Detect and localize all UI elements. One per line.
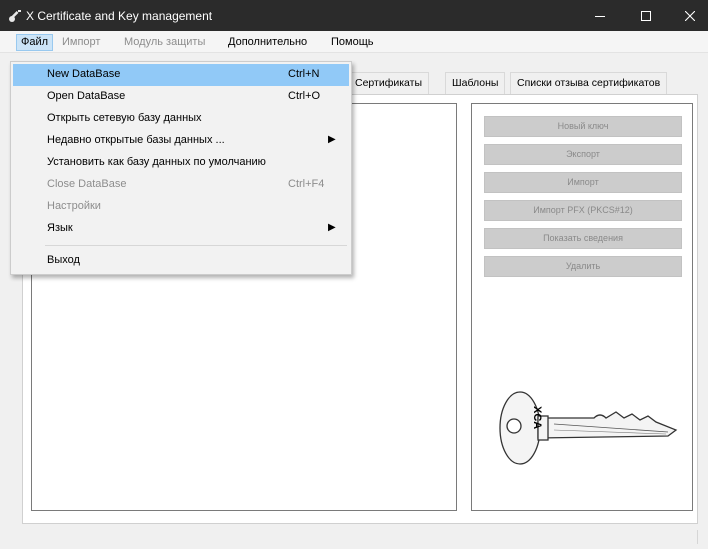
tab-templates[interactable]: Шаблоны: [445, 72, 506, 94]
menu-file[interactable]: Файл: [16, 34, 54, 51]
menu-security-module[interactable]: Модуль защиты: [120, 34, 209, 51]
maximize-button[interactable]: [623, 0, 669, 31]
menu-item-label: Установить как базу данных по умолчанию: [47, 156, 266, 168]
menu-extra[interactable]: Дополнительно: [224, 34, 311, 51]
menu-item-shortcut: Ctrl+O: [288, 90, 321, 102]
submenu-arrow-icon: ▶: [328, 134, 336, 145]
menu-item-open-database[interactable]: Open DataBase Ctrl+O: [13, 86, 349, 108]
file-menu-dropdown: New DataBase Ctrl+N Open DataBase Ctrl+O…: [10, 61, 352, 275]
delete-button[interactable]: Удалить: [484, 256, 682, 277]
close-button[interactable]: [667, 0, 708, 31]
menu-bar: Файл Импорт Модуль защиты Дополнительно …: [0, 31, 708, 53]
menu-item-open-network-database[interactable]: Открыть сетевую базу данных: [13, 108, 349, 130]
menu-separator: [45, 245, 347, 246]
minimize-icon: [595, 15, 605, 17]
key-illustration: XCA: [499, 391, 678, 465]
key-app-icon: [9, 10, 21, 22]
menu-item-label: Открыть сетевую базу данных: [47, 112, 202, 124]
title-bar[interactable]: X Certificate and Key management: [0, 0, 708, 31]
menu-item-close-database[interactable]: Close DataBase Ctrl+F4: [13, 174, 349, 196]
menu-item-shortcut: Ctrl+F4: [288, 178, 325, 190]
status-bar: [8, 530, 700, 544]
status-divider: [697, 530, 698, 544]
show-details-button[interactable]: Показать сведения: [484, 228, 682, 249]
menu-item-label: Close DataBase: [47, 178, 127, 190]
minimize-button[interactable]: [577, 0, 623, 31]
menu-item-language[interactable]: Язык ▶: [13, 218, 349, 240]
menu-item-settings[interactable]: Настройки: [13, 196, 349, 218]
menu-item-recent-databases[interactable]: Недавно открытые базы данных ... ▶: [13, 130, 349, 152]
menu-item-label: Настройки: [47, 200, 101, 212]
menu-item-label: Выход: [47, 254, 80, 266]
window-title: X Certificate and Key management: [26, 9, 213, 23]
tab-certificates[interactable]: Сертификаты: [348, 72, 429, 94]
menu-item-set-default-database[interactable]: Установить как базу данных по умолчанию: [13, 152, 349, 174]
tab-revocation-lists[interactable]: Списки отзыва сертификатов: [510, 72, 668, 94]
maximize-icon: [641, 10, 651, 21]
export-button[interactable]: Экспорт: [484, 144, 682, 165]
new-key-button[interactable]: Новый ключ: [484, 116, 682, 137]
menu-item-label: Недавно открытые базы данных ...: [47, 134, 225, 146]
menu-item-new-database[interactable]: New DataBase Ctrl+N: [13, 64, 349, 86]
import-button[interactable]: Импорт: [484, 172, 682, 193]
button-area: Новый ключ Экспорт Импорт Импорт PFX (PK…: [471, 103, 693, 511]
import-pfx-button[interactable]: Импорт PFX (PKCS#12): [484, 200, 682, 221]
close-icon: [685, 10, 695, 21]
menu-item-exit[interactable]: Выход: [13, 250, 349, 272]
key-logo-text: XCA: [531, 406, 543, 429]
menu-help[interactable]: Помощь: [327, 34, 378, 51]
menu-import[interactable]: Импорт: [58, 34, 104, 51]
menu-item-label: New DataBase: [47, 68, 121, 80]
submenu-arrow-icon: ▶: [328, 222, 336, 233]
menu-item-shortcut: Ctrl+N: [288, 68, 320, 80]
menu-item-label: Open DataBase: [47, 90, 126, 102]
menu-item-label: Язык: [47, 222, 73, 234]
